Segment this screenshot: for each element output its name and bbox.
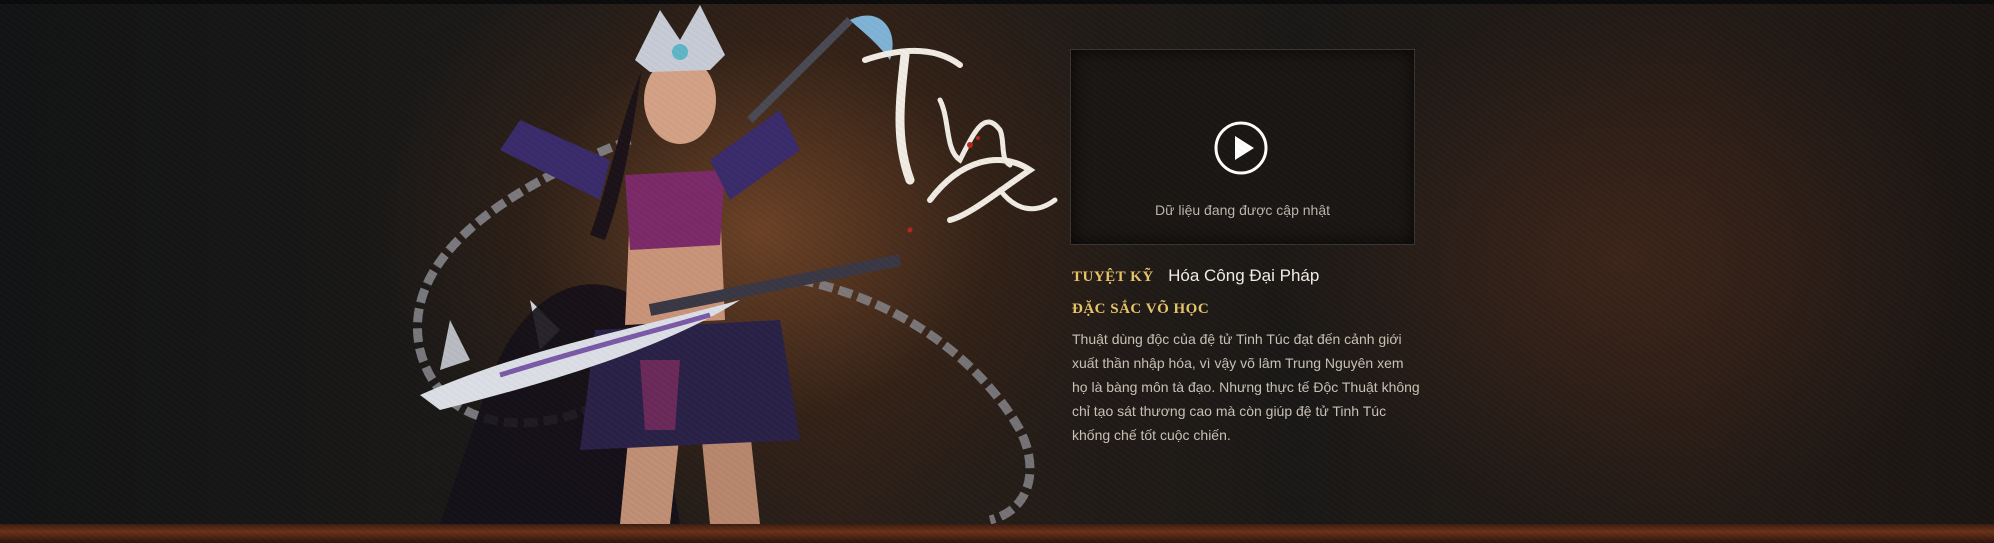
feature-description: Thuật dùng độc của đệ tử Tinh Túc đạt đế… <box>1072 331 1420 443</box>
character-artwork <box>413 5 1035 524</box>
skill-row: TUYỆT KỸ Hóa Công Đại Pháp <box>1072 266 1319 288</box>
top-border <box>0 0 1994 4</box>
skill-label: TUYỆT KỸ <box>1072 269 1154 285</box>
play-icon[interactable] <box>1213 120 1269 176</box>
character-banner: Dữ liệu đang được cập nhật TUYỆT KỸ Hóa … <box>0 0 1994 543</box>
video-caption: Dữ liệu đang được cập nhật <box>1154 202 1331 218</box>
skill-name: Hóa Công Đại Pháp <box>1168 266 1320 285</box>
calligraphy-title-artwork <box>862 48 1058 233</box>
video-preview[interactable]: Dữ liệu đang được cập nhật <box>1070 49 1415 245</box>
bottom-border <box>0 524 1994 543</box>
feature-title: ĐẶC SẮC VÕ HỌC <box>1072 301 1210 317</box>
